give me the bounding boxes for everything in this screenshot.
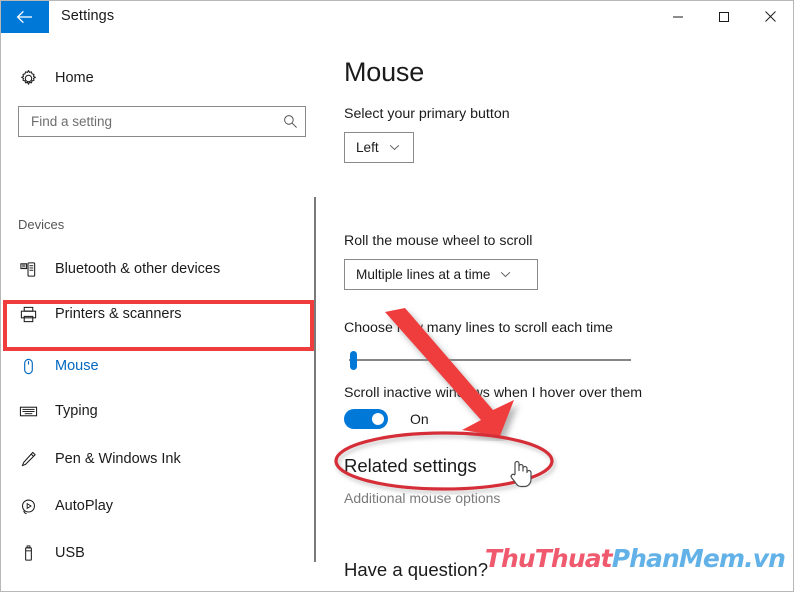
sidebar-item-home[interactable]: Home	[1, 61, 291, 95]
sidebar-item-bluetooth-other-devices[interactable]: Bluetooth & other devices	[1, 247, 301, 291]
scroll-inactive-label: Scroll inactive windows when I hover ove…	[344, 385, 643, 401]
sidebar-item-label: Bluetooth & other devices	[55, 261, 221, 277]
sidebar-item-typing[interactable]: Typing	[1, 389, 301, 433]
autoplay-icon	[19, 497, 45, 516]
back-arrow-icon[interactable]	[1, 1, 49, 33]
scroll-inactive-toggle[interactable]	[344, 409, 388, 429]
watermark-part1: ThuThuat	[484, 544, 613, 573]
main-content: Mouse Select your primary button Left Ro…	[344, 41, 784, 591]
slider-track	[349, 359, 631, 361]
additional-mouse-options-link[interactable]: Additional mouse options	[344, 490, 500, 506]
search-input[interactable]	[19, 114, 275, 129]
sidebar-item-mouse[interactable]: Mouse	[1, 344, 301, 388]
sidebar-item-label: Pen & Windows Ink	[55, 451, 181, 467]
primary-button-label: Select your primary button	[344, 106, 510, 122]
maximize-button[interactable]	[701, 1, 747, 32]
toggle-knob	[372, 413, 384, 425]
title-bar: Settings	[1, 1, 793, 41]
watermark-part2: PhanMem.vn	[611, 544, 786, 573]
printer-icon	[19, 305, 45, 324]
minimize-button[interactable]	[655, 1, 701, 32]
slider-thumb[interactable]	[350, 351, 357, 370]
sidebar-item-label: Typing	[55, 403, 98, 419]
watermark: ThuThuatPhanMem.vn	[484, 544, 786, 573]
wheel-scroll-dropdown[interactable]: Multiple lines at a time	[344, 259, 538, 290]
mouse-icon	[19, 357, 45, 376]
sidebar-item-label: USB	[55, 545, 85, 561]
primary-button-value: Left	[356, 140, 379, 155]
bluetooth-devices-icon	[19, 260, 45, 279]
gear-icon	[19, 69, 45, 88]
sidebar-item-usb[interactable]: USB	[1, 531, 301, 575]
search-box[interactable]	[18, 106, 306, 137]
scroll-inactive-toggle-row: On	[344, 409, 429, 429]
usb-icon	[19, 544, 45, 563]
chevron-down-icon	[500, 271, 511, 278]
window-title: Settings	[61, 8, 115, 24]
sidebar-item-autoplay[interactable]: AutoPlay	[1, 484, 301, 528]
settings-window: Settings Home Find a setting Devices Blu…	[0, 0, 794, 592]
keyboard-icon	[19, 402, 45, 421]
related-settings-heading: Related settings	[344, 455, 477, 476]
sidebar-item-label: AutoPlay	[55, 498, 114, 514]
have-a-question-heading: Have a question?	[344, 559, 488, 580]
sidebar-item-label-home: Home	[55, 70, 94, 86]
wheel-scroll-value: Multiple lines at a time	[356, 267, 491, 282]
page-title: Mouse	[344, 57, 425, 87]
toggle-state-label: On	[410, 411, 429, 427]
primary-button-dropdown[interactable]: Left	[344, 132, 414, 163]
lines-slider-label: Choose how many lines to scroll each tim…	[344, 320, 613, 336]
pen-icon	[19, 450, 45, 469]
wheel-scroll-label: Roll the mouse wheel to scroll	[344, 233, 533, 249]
sidebar-divider	[314, 197, 316, 562]
sidebar-item-label: Mouse	[55, 358, 99, 374]
sidebar-section-label: Devices	[18, 217, 65, 232]
lines-scroll-slider[interactable]	[344, 349, 631, 371]
sidebar-item-pen-windows-ink[interactable]: Pen & Windows Ink	[1, 437, 301, 481]
close-button[interactable]	[747, 1, 793, 32]
sidebar-item-printers-scanners[interactable]: Printers & scanners	[1, 292, 301, 336]
search-icon[interactable]	[275, 114, 305, 129]
chevron-down-icon	[389, 144, 400, 151]
sidebar: Home Devices	[1, 41, 314, 591]
sidebar-item-label: Printers & scanners	[55, 306, 182, 322]
